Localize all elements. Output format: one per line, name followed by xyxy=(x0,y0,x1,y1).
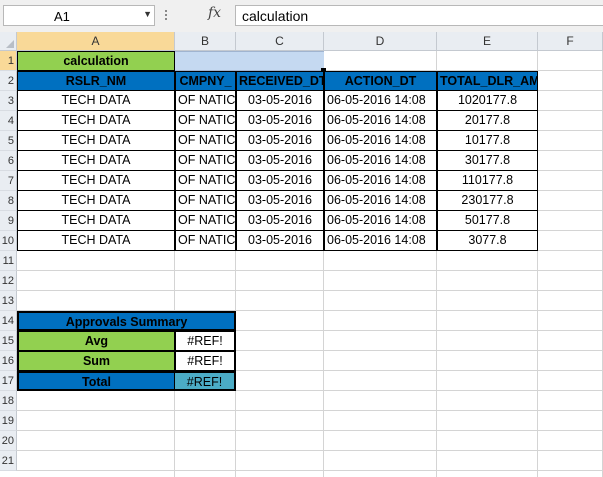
table-cell[interactable]: 50177.8 xyxy=(437,211,538,231)
avg-label[interactable]: Avg xyxy=(17,331,175,351)
table-cell[interactable]: 3077.8 xyxy=(437,231,538,251)
row-header-15[interactable]: 15 xyxy=(0,331,17,351)
row-header-8[interactable]: 8 xyxy=(0,191,17,211)
table-cell[interactable]: 1020177.8 xyxy=(437,91,538,111)
avg-value[interactable]: #REF! xyxy=(175,331,236,351)
cell-b1-c1[interactable] xyxy=(175,51,324,71)
column-title-5[interactable]: TOTAL_DLR_AM xyxy=(437,71,538,91)
column-header-c[interactable]: C xyxy=(236,32,324,51)
table-cell[interactable]: TECH DATA xyxy=(17,91,175,111)
table-cell[interactable]: OF NATIC xyxy=(175,171,236,191)
row-header-5[interactable]: 5 xyxy=(0,131,17,151)
table-cell[interactable]: 03-05-2016 xyxy=(236,111,324,131)
table-cell[interactable]: OF NATIC xyxy=(175,111,236,131)
row-header-7[interactable]: 7 xyxy=(0,171,17,191)
row-header-12[interactable]: 12 xyxy=(0,271,17,291)
chevron-down-icon[interactable]: ▼ xyxy=(143,9,152,19)
formula-text: calculation xyxy=(242,8,309,24)
table-cell[interactable]: TECH DATA xyxy=(17,131,175,151)
column-title-2[interactable]: CMPNY_ xyxy=(175,71,236,91)
row-header-3[interactable]: 3 xyxy=(0,91,17,111)
gridline xyxy=(17,430,603,431)
row-header-2[interactable]: 2 xyxy=(0,71,17,91)
row-header-10[interactable]: 10 xyxy=(0,231,17,251)
gridline xyxy=(17,290,603,291)
table-cell[interactable]: 06-05-2016 14:08 xyxy=(324,231,437,251)
row-header-19[interactable]: 19 xyxy=(0,411,17,431)
table-cell[interactable]: 06-05-2016 14:08 xyxy=(324,111,437,131)
table-cell[interactable]: 20177.8 xyxy=(437,111,538,131)
row-header-6[interactable]: 6 xyxy=(0,151,17,171)
column-header-e[interactable]: E xyxy=(437,32,538,51)
total-value[interactable]: #REF! xyxy=(175,371,236,391)
column-header-f[interactable]: F xyxy=(538,32,603,51)
table-cell[interactable]: 03-05-2016 xyxy=(236,91,324,111)
table-cell[interactable]: 06-05-2016 14:08 xyxy=(324,211,437,231)
gridline xyxy=(17,270,603,271)
table-cell[interactable]: 06-05-2016 14:08 xyxy=(324,171,437,191)
table-cell[interactable]: 230177.8 xyxy=(437,191,538,211)
row-header-13[interactable]: 13 xyxy=(0,291,17,311)
table-cell[interactable]: 03-05-2016 xyxy=(236,211,324,231)
table-cell[interactable]: 30177.8 xyxy=(437,151,538,171)
function-icon[interactable]: fx xyxy=(208,5,221,21)
row-header-1[interactable]: 1 xyxy=(0,51,17,71)
table-cell[interactable]: 03-05-2016 xyxy=(236,171,324,191)
column-header-b[interactable]: B xyxy=(175,32,236,51)
table-cell[interactable]: 06-05-2016 14:08 xyxy=(324,191,437,211)
row-header-20[interactable]: 20 xyxy=(0,431,17,451)
row-header-14[interactable]: 14 xyxy=(0,311,17,331)
row-header-18[interactable]: 18 xyxy=(0,391,17,411)
column-title-3[interactable]: RECEIVED_DT xyxy=(236,71,324,91)
column-title-4[interactable]: ACTION_DT xyxy=(324,71,437,91)
table-cell[interactable]: 03-05-2016 xyxy=(236,131,324,151)
table-cell[interactable]: 03-05-2016 xyxy=(236,151,324,171)
gridline xyxy=(17,470,603,471)
sum-value[interactable]: #REF! xyxy=(175,351,236,371)
table-cell[interactable]: TECH DATA xyxy=(17,211,175,231)
name-box-value: A1 xyxy=(54,9,70,24)
row-header-4[interactable]: 4 xyxy=(0,111,17,131)
select-all-button[interactable] xyxy=(0,32,17,51)
table-cell[interactable]: 06-05-2016 14:08 xyxy=(324,91,437,111)
table-cell[interactable]: 06-05-2016 14:08 xyxy=(324,151,437,171)
total-label[interactable]: Total xyxy=(17,371,175,391)
table-cell[interactable]: OF NATIC xyxy=(175,231,236,251)
splitter-handle[interactable] xyxy=(164,8,168,22)
row-header-17[interactable]: 17 xyxy=(0,371,17,391)
table-cell[interactable]: TECH DATA xyxy=(17,191,175,211)
cell-a1[interactable]: calculation xyxy=(17,51,175,71)
table-cell[interactable]: 10177.8 xyxy=(437,131,538,151)
table-cell[interactable]: TECH DATA xyxy=(17,171,175,191)
table-cell[interactable]: 110177.8 xyxy=(437,171,538,191)
table-cell[interactable]: 03-05-2016 xyxy=(236,191,324,211)
column-header-a[interactable]: A xyxy=(17,32,175,51)
formula-input[interactable]: calculation xyxy=(235,5,603,26)
table-cell[interactable]: OF NATIC xyxy=(175,91,236,111)
table-cell[interactable]: OF NATIC xyxy=(175,131,236,151)
column-header-d[interactable]: D xyxy=(324,32,437,51)
sum-label[interactable]: Sum xyxy=(17,351,175,371)
gridline xyxy=(17,450,603,451)
table-cell[interactable]: TECH DATA xyxy=(17,111,175,131)
row-header-11[interactable]: 11 xyxy=(0,251,17,271)
table-cell[interactable]: OF NATIC xyxy=(175,151,236,171)
table-cell[interactable]: 03-05-2016 xyxy=(236,231,324,251)
table-cell[interactable]: OF NATIC xyxy=(175,191,236,211)
formula-bar: A1 ▼ fx calculation xyxy=(0,0,603,33)
summary-title[interactable]: Approvals Summary xyxy=(17,311,236,331)
row-header-21[interactable]: 21 xyxy=(0,451,17,471)
table-cell[interactable]: 06-05-2016 14:08 xyxy=(324,131,437,151)
table-cell[interactable]: OF NATIC xyxy=(175,211,236,231)
row-header-9[interactable]: 9 xyxy=(0,211,17,231)
name-box[interactable]: A1 ▼ xyxy=(3,5,155,26)
table-cell[interactable]: TECH DATA xyxy=(17,231,175,251)
column-title-1[interactable]: RSLR_NM xyxy=(17,71,175,91)
gridline xyxy=(17,410,603,411)
table-cell[interactable]: TECH DATA xyxy=(17,151,175,171)
row-header-16[interactable]: 16 xyxy=(0,351,17,371)
